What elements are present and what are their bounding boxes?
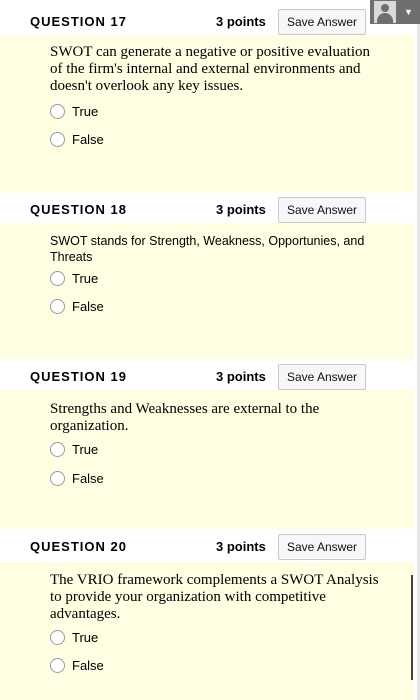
question-text: The VRIO framework complements a SWOT An… bbox=[50, 572, 379, 622]
question-18-header: QUESTION 18 3 points Save Answer bbox=[0, 193, 420, 223]
option-false[interactable]: False bbox=[50, 469, 104, 487]
option-label: False bbox=[72, 470, 104, 486]
question-text: SWOT can generate a negative or positive… bbox=[50, 44, 371, 94]
question-points: 3 points bbox=[216, 369, 266, 384]
option-label: False bbox=[72, 131, 104, 147]
question-19-body: Strengths and Weaknesses are external to… bbox=[0, 390, 414, 529]
question-title: QUESTION 18 bbox=[30, 202, 127, 217]
option-label: True bbox=[72, 441, 99, 457]
radio-button[interactable] bbox=[50, 629, 65, 645]
option-label: True bbox=[72, 629, 99, 645]
option-false[interactable]: False bbox=[50, 656, 104, 674]
question-title: QUESTION 17 bbox=[30, 14, 127, 29]
question-19-header: QUESTION 19 3 points Save Answer bbox=[0, 360, 420, 390]
save-answer-button[interactable]: Save Answer bbox=[278, 364, 366, 390]
radio-button[interactable] bbox=[50, 657, 65, 673]
option-true[interactable]: True bbox=[50, 628, 98, 646]
option-label: False bbox=[72, 298, 104, 314]
question-points: 3 points bbox=[216, 202, 266, 217]
caret-down-icon: ▼ bbox=[404, 7, 413, 17]
save-answer-button[interactable]: Save Answer bbox=[278, 197, 366, 223]
option-true[interactable]: True bbox=[50, 102, 98, 120]
option-false[interactable]: False bbox=[50, 130, 104, 148]
question-points: 3 points bbox=[216, 14, 266, 29]
question-17-body: SWOT can generate a negative or positive… bbox=[0, 35, 414, 193]
option-label: True bbox=[72, 103, 99, 119]
radio-button[interactable] bbox=[50, 103, 65, 119]
question-title: QUESTION 20 bbox=[30, 539, 127, 554]
question-17-header: QUESTION 17 3 points Save Answer bbox=[0, 5, 420, 35]
user-avatar-icon bbox=[374, 1, 396, 23]
radio-button[interactable] bbox=[50, 298, 65, 314]
user-menu[interactable]: ▼ bbox=[370, 0, 420, 24]
question-text: Strengths and Weaknesses are external to… bbox=[50, 401, 320, 434]
question-20-body: The VRIO framework complements a SWOT An… bbox=[0, 562, 414, 700]
save-answer-button[interactable]: Save Answer bbox=[278, 534, 366, 560]
question-18-body: SWOT stands for Strength, Weakness, Oppo… bbox=[0, 223, 414, 360]
option-false[interactable]: False bbox=[50, 297, 104, 315]
question-title: QUESTION 19 bbox=[30, 369, 127, 384]
radio-button[interactable] bbox=[50, 470, 65, 486]
option-label: True bbox=[72, 270, 99, 286]
text-cursor-bar bbox=[411, 575, 413, 680]
question-20-header: QUESTION 20 3 points Save Answer bbox=[0, 530, 420, 560]
radio-button[interactable] bbox=[50, 441, 65, 457]
radio-button[interactable] bbox=[50, 270, 65, 286]
radio-button[interactable] bbox=[50, 131, 65, 147]
question-points: 3 points bbox=[216, 539, 266, 554]
question-text: SWOT stands for Strength, Weakness, Oppo… bbox=[50, 234, 365, 264]
option-label: False bbox=[72, 657, 104, 673]
option-true[interactable]: True bbox=[50, 440, 98, 458]
option-true[interactable]: True bbox=[50, 269, 98, 287]
save-answer-button[interactable]: Save Answer bbox=[278, 9, 366, 35]
